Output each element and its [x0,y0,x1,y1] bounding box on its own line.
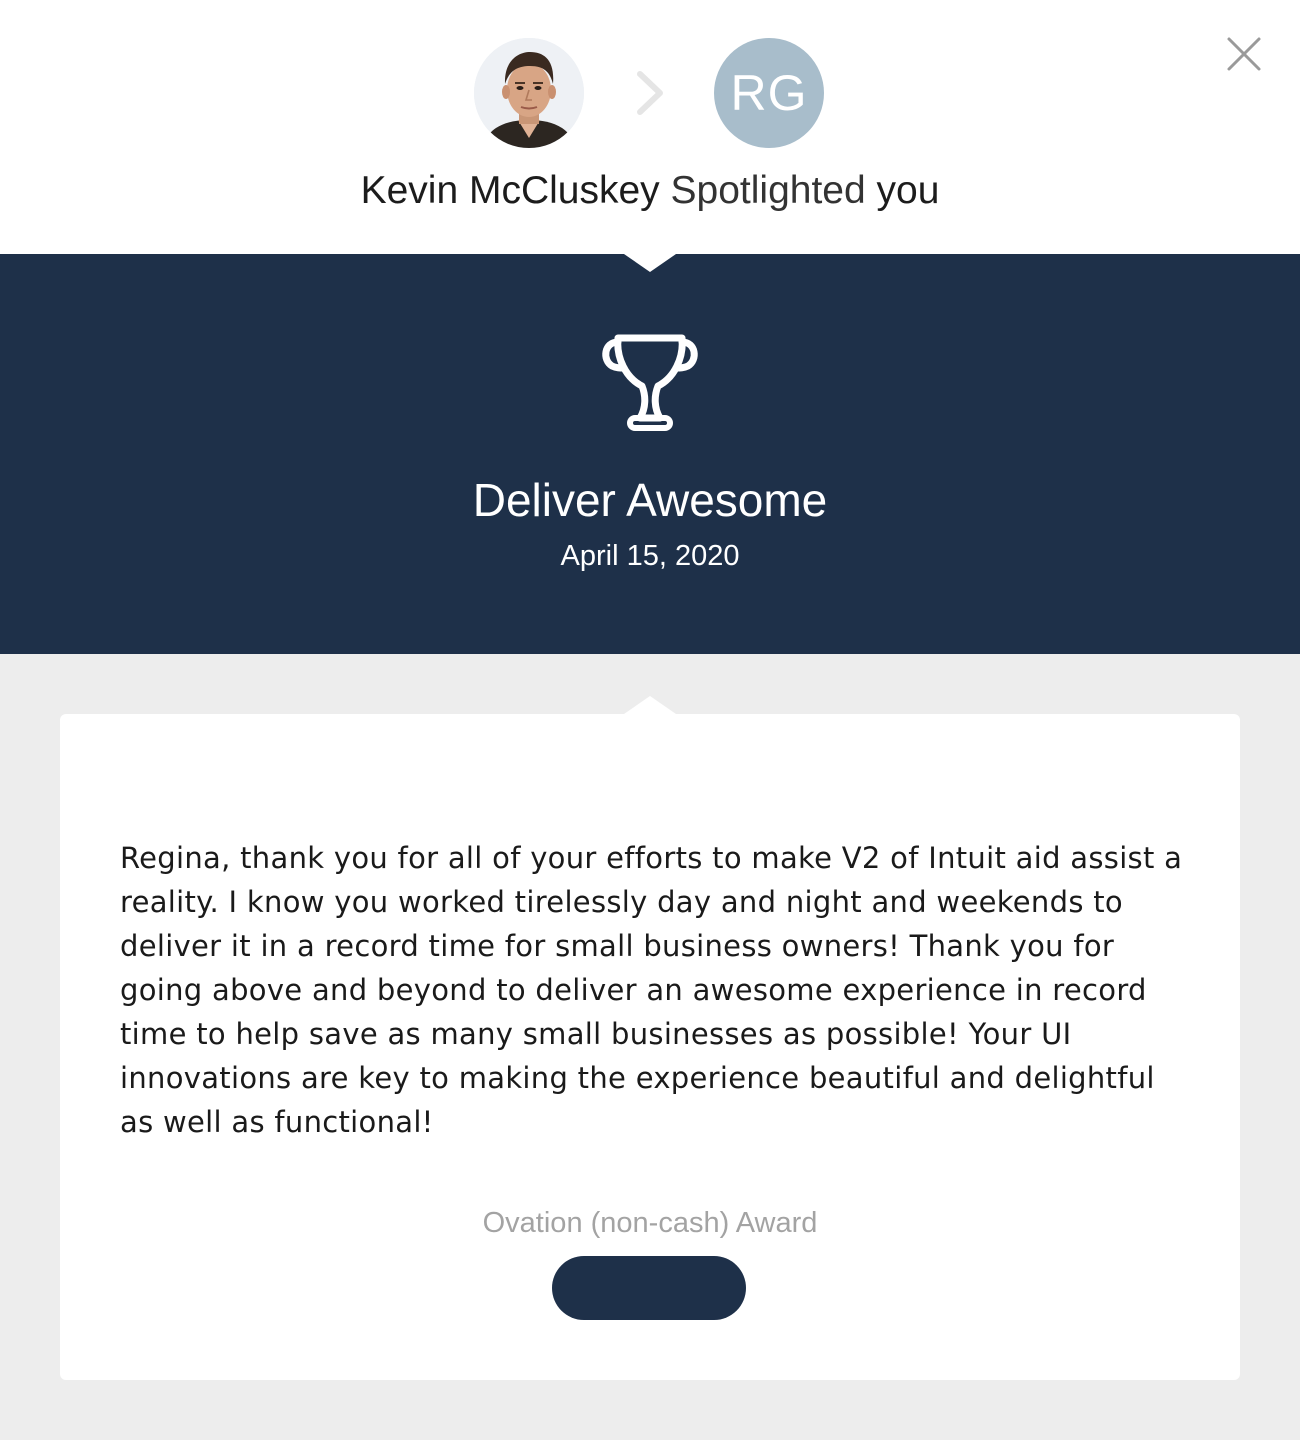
recipient-initials: RG [730,65,808,121]
sender-avatar-photo [474,38,584,148]
award-banner: Deliver Awesome April 15, 2020 [0,254,1300,654]
spotlight-header: RG Kevin McCluskey Spotlighted you [0,0,1300,254]
sender-name[interactable]: Kevin McCluskey [361,169,660,212]
banner-notch [624,254,676,272]
card-notch [624,696,676,714]
spotlight-headline: Kevin McCluskey Spotlighted you [0,166,1300,216]
award-date: April 15, 2020 [560,540,740,572]
recipient-avatar[interactable]: RG [714,38,824,148]
close-button[interactable] [1222,32,1266,76]
target-text: you [876,169,940,212]
message-card: Regina, thank you for all of your effort… [60,696,1240,1380]
close-icon [1227,37,1261,71]
award-title: Deliver Awesome [472,474,828,526]
chevron-right-icon [632,68,668,118]
action-text: Spotlighted [670,169,866,212]
spotlight-modal: RG Kevin McCluskey Spotlighted you Deliv… [0,0,1300,1440]
spotlight-message: Regina, thank you for all of your effort… [120,841,1183,1139]
trophy-icon [598,330,702,434]
sender-avatar[interactable] [474,38,584,148]
award-action-button[interactable] [552,1256,746,1320]
award-type-label: Ovation (non-cash) Award [482,1207,818,1239]
